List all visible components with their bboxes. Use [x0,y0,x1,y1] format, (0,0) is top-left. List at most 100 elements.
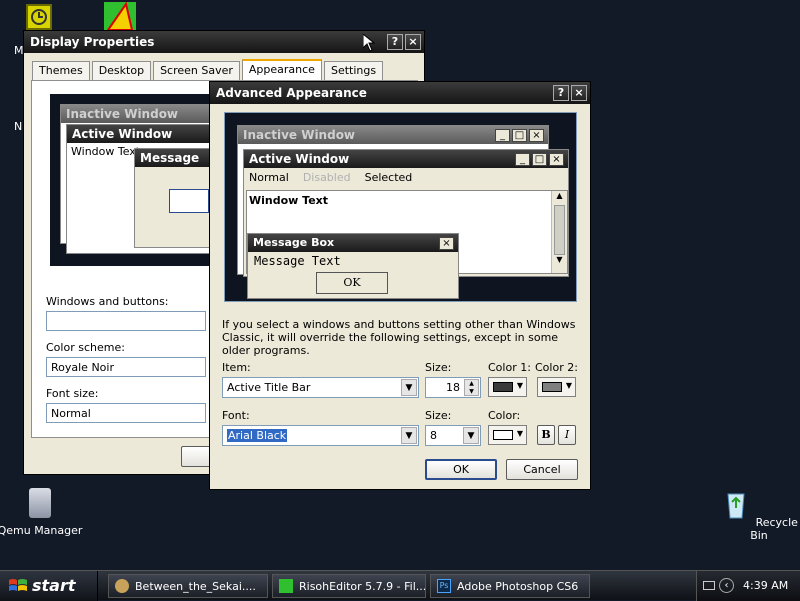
preview-message-button [169,189,209,213]
help-button[interactable]: ? [553,85,569,101]
start-button[interactable]: start [0,571,98,601]
preview-inactive-title: Inactive Window [61,105,209,123]
preview-menu-normal: Normal [249,171,289,184]
close-icon: × [549,153,564,166]
close-button[interactable]: × [571,85,587,101]
item-select-value: Active Title Bar [227,381,311,394]
color2-picker[interactable]: ▼ [537,377,576,397]
font-select[interactable]: Arial Black ▼ [222,425,419,446]
chevron-down-icon[interactable]: ▼ [401,427,417,444]
ok-button[interactable]: OK [425,459,497,480]
desktop-partial-label-2: N [14,120,23,133]
close-button[interactable]: × [405,34,421,50]
preview-message-text: Message Text [254,254,341,268]
preview-message-box: Message Box × Message Text OK [247,233,459,299]
font-size-select[interactable]: 8 ▼ [425,425,481,446]
size-label: Size: [425,361,452,374]
start-label: start [32,576,76,595]
preview-msgbox-buttons: × [439,237,454,250]
item-select[interactable]: Active Title Bar ▼ [222,377,419,398]
preview-inactive-buttons: _ □ × [495,129,544,142]
advanced-appearance-titlebar[interactable]: Advanced Appearance ? × [210,82,590,104]
font-label: Font: [222,409,250,422]
task-photoshop[interactable]: Ps Adobe Photoshop CS6 [430,574,590,598]
color2-swatch [542,382,562,392]
font-size-label: Font size: [46,387,99,400]
preview-menu-bar: Normal Disabled Selected [244,168,568,187]
tab-strip: Themes Desktop Screen Saver Appearance S… [32,59,385,80]
preview-message-box-title: Message Box [248,234,458,252]
close-icon: × [439,237,454,250]
chevron-down-icon[interactable]: ▼ [401,379,417,396]
minimize-icon: _ [495,129,510,142]
minimize-icon: _ [515,153,530,166]
help-button[interactable]: ? [387,34,403,50]
chevron-down-icon: ▼ [516,429,523,438]
preview-window-text: Window Text [249,194,329,207]
tab-settings[interactable]: Settings [323,61,384,80]
scroll-down-icon: ▼ [556,255,563,264]
desktop-icon-clock[interactable] [26,4,52,30]
preview-scrollbar: ▲ ▼ [551,191,567,273]
chevron-down-icon[interactable]: ▼ [463,427,479,444]
chevron-left-icon[interactable]: ‹ [719,578,734,593]
font-color-label: Color: [488,409,521,422]
font-color-picker[interactable]: ▼ [488,425,527,445]
task-label: Between_the_Sekai.... [135,580,256,593]
preview-inactive-title-text: Inactive Window [243,128,356,142]
color-scheme-label: Color scheme: [46,341,125,354]
desktop-icon-qemu-manager[interactable]: Qemu Manager [0,488,85,537]
tab-desktop[interactable]: Desktop [91,61,152,80]
windows-logo-icon [9,579,27,591]
clock[interactable]: 4:39 AM [743,579,788,592]
clock-icon [31,9,47,25]
size-spinner-value: 18 [446,381,460,394]
cancel-button[interactable]: Cancel [506,459,578,480]
window-title: Display Properties [30,35,155,49]
font-select-value: Arial Black [227,429,288,442]
preview-ok-button: OK [316,272,388,294]
advanced-preview: Inactive Window _ □ × Active Window _ □ … [224,112,577,302]
appearance-preview: Inactive Window Active Window Window Tex… [50,94,224,266]
info-text: If you select a windows and buttons sett… [222,318,576,357]
color-scheme-select[interactable]: Royale Noir [46,357,206,377]
color1-picker[interactable]: ▼ [488,377,527,397]
color2-label: Color 2: [535,361,578,374]
window-title: Advanced Appearance [216,86,367,100]
maximize-icon: □ [512,129,527,142]
desktop-icon-recycle-bin[interactable]: Recycle Bin [714,488,800,542]
app-icon [115,579,129,593]
color1-swatch [493,382,513,392]
preview-menu-selected: Selected [364,171,413,184]
task-risoheditor[interactable]: RisohEditor 5.7.9 - Fil... [272,574,426,598]
task-label: Adobe Photoshop CS6 [457,580,579,593]
advanced-appearance-window: Advanced Appearance ? × Inactive Window … [209,81,591,490]
tab-themes[interactable]: Themes [32,61,90,80]
windows-buttons-select[interactable] [46,311,206,331]
font-size-label: Size: [425,409,452,422]
maximize-icon: □ [532,153,547,166]
bold-toggle[interactable]: B [537,425,555,445]
app-icon [279,579,293,593]
tab-appearance[interactable]: Appearance [241,59,322,80]
desktop-icon-label: Qemu Manager [0,524,83,537]
chevron-down-icon: ▼ [565,381,572,390]
task-label: RisohEditor 5.7.9 - Fil... [299,580,426,593]
preview-active-title: Active Window [67,125,215,143]
desktop-icon-label: Recycle Bin [750,516,798,542]
font-size-select-value: 8 [430,429,437,442]
scroll-up-icon: ▲ [556,191,563,200]
spinner-arrows-icon[interactable]: ▲ ▼ [464,379,479,396]
windows-buttons-label: Windows and buttons: [46,295,169,308]
tab-screen-saver[interactable]: Screen Saver [153,61,240,80]
font-color-swatch [493,430,513,440]
desktop-icon-risoh[interactable] [104,1,136,32]
keyboard-icon[interactable] [703,581,715,590]
mouse-cursor-icon [363,34,375,52]
triangle-icon [106,1,134,31]
italic-toggle[interactable]: I [558,425,576,445]
task-between-the-sekai[interactable]: Between_the_Sekai.... [108,574,268,598]
scroll-thumb [554,205,565,255]
size-spinner[interactable]: 18 ▲ ▼ [425,377,481,398]
font-size-select[interactable]: Normal [46,403,206,423]
